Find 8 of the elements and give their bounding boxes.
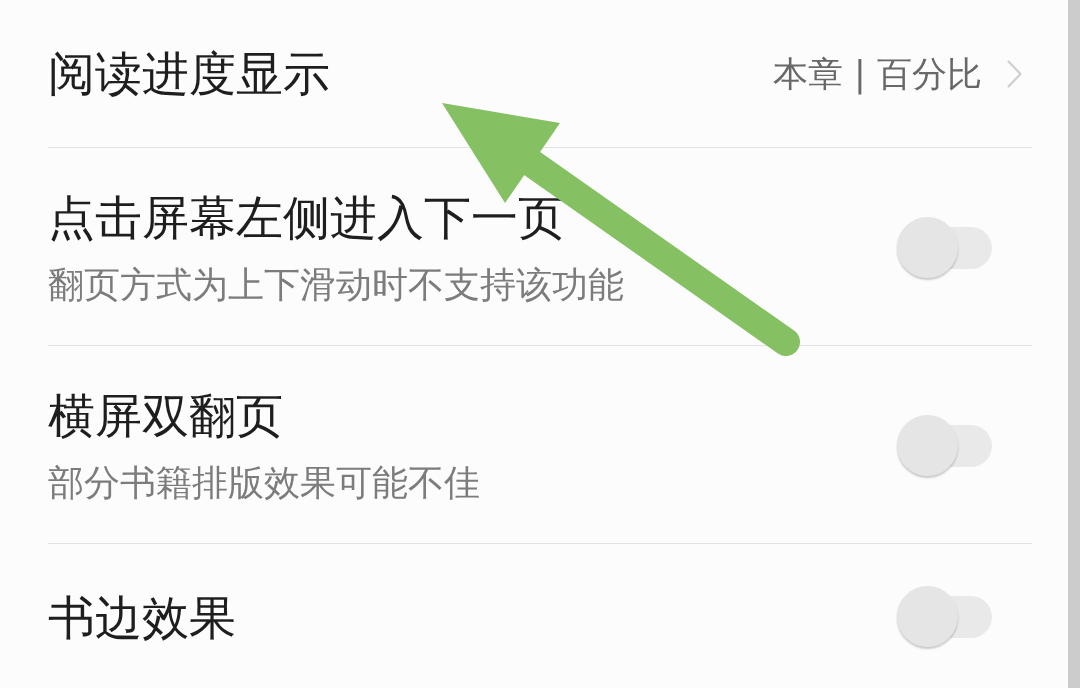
- chevron-right-icon: [1007, 59, 1022, 88]
- setting-title: 书边效果: [48, 590, 236, 646]
- setting-description: 部分书籍排版效果可能不佳: [48, 461, 480, 505]
- setting-title: 点击屏幕左侧进入下一页: [48, 190, 565, 246]
- setting-value[interactable]: 本章 | 百分比: [772, 51, 982, 96]
- setting-title: 阅读进度显示: [48, 45, 330, 102]
- setting-title: 横屏双翻页: [48, 388, 283, 444]
- setting-description: 翻页方式为上下滑动时不支持该功能: [48, 263, 624, 307]
